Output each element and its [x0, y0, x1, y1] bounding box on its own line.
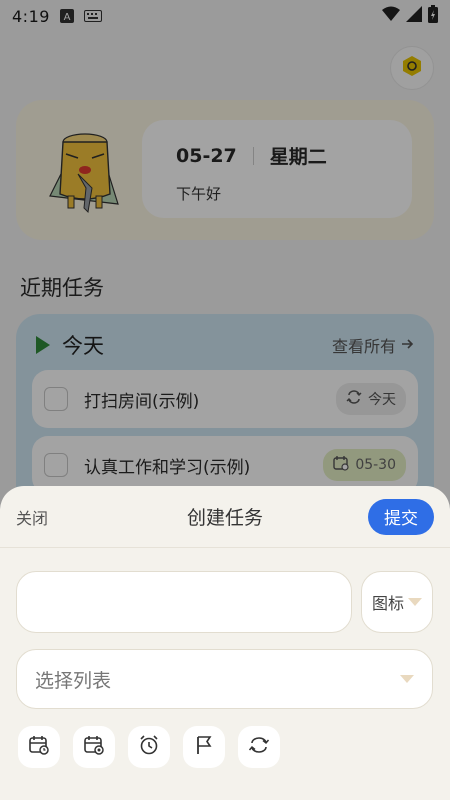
start-date-icon: [28, 734, 50, 760]
due-date-icon: [83, 734, 105, 760]
chevron-down-icon: [400, 675, 414, 683]
icon-picker-label: 图标: [371, 594, 404, 613]
chevron-down-icon: [408, 598, 422, 606]
close-button[interactable]: 关闭: [16, 505, 48, 529]
submit-button[interactable]: 提交: [368, 498, 434, 535]
alarm-icon: [138, 734, 160, 760]
priority-flag-button[interactable]: [183, 726, 225, 768]
repeat-button[interactable]: [238, 726, 280, 768]
repeat-icon: [248, 734, 270, 760]
due-date-button[interactable]: [73, 726, 115, 768]
task-name-input[interactable]: [16, 571, 352, 633]
icon-picker[interactable]: 图标: [361, 571, 433, 633]
sheet-header: 关闭 创建任务 提交: [0, 486, 450, 548]
task-options-toolbar: [18, 726, 280, 768]
start-date-button[interactable]: [18, 726, 60, 768]
flag-icon: [193, 734, 215, 760]
list-select-placeholder: 选择列表: [35, 669, 112, 692]
alarm-button[interactable]: [128, 726, 170, 768]
list-select[interactable]: 选择列表: [16, 649, 433, 709]
create-task-sheet: 关闭 创建任务 提交 图标 选择列表: [0, 486, 450, 800]
